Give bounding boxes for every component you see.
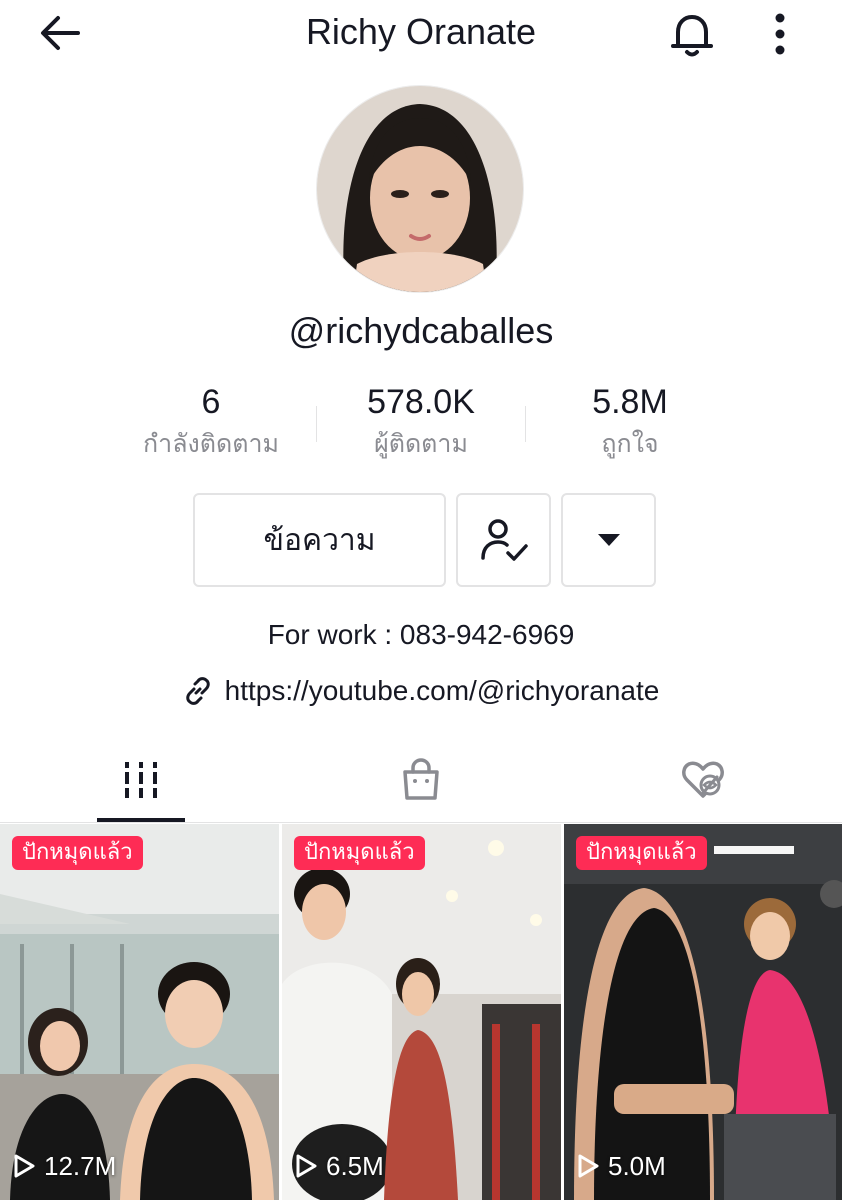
bell-icon xyxy=(671,15,713,57)
pinned-badge: ปักหมุดแล้ว xyxy=(294,836,425,870)
view-count-text: 6.5M xyxy=(326,1151,384,1181)
tab-videos[interactable] xyxy=(117,756,165,804)
video-tile[interactable]: ปักหมุดแล้ว 12.7M xyxy=(0,824,279,1200)
profile-link-text: https://youtube.com/@richyoranate xyxy=(224,675,660,706)
view-count: 5.0M xyxy=(576,1150,666,1182)
play-icon xyxy=(14,1154,35,1178)
play-icon xyxy=(296,1154,317,1178)
avatar-portrait-image xyxy=(317,86,523,292)
stat-likes[interactable]: 5.8M ถูกใจ xyxy=(500,380,760,462)
profile-bio: For work : 083-942-6969 xyxy=(267,619,575,650)
likes-label: ถูกใจ xyxy=(601,429,659,458)
vertical-ellipsis-icon xyxy=(775,13,785,55)
profile-handle: @richydcaballes xyxy=(288,310,554,351)
pinned-badge: ปักหมุดแล้ว xyxy=(12,836,143,870)
following-status-button[interactable] xyxy=(456,493,551,587)
video-thumbnail xyxy=(564,824,842,1200)
pinned-badge: ปักหมุดแล้ว xyxy=(576,836,707,870)
video-tile[interactable]: ปักหมุดแล้ว 5.0M xyxy=(564,824,842,1200)
video-thumbnail xyxy=(0,824,279,1200)
avatar[interactable] xyxy=(317,86,523,292)
notification-bell-button[interactable] xyxy=(666,8,718,60)
message-button[interactable]: ข้อความ xyxy=(193,493,446,587)
caret-down-icon xyxy=(597,534,620,546)
view-count: 12.7M xyxy=(12,1150,116,1182)
tabs-divider xyxy=(0,822,842,823)
link-icon xyxy=(185,677,210,705)
liked-hidden-icon xyxy=(682,761,724,798)
video-thumbnail xyxy=(282,824,561,1200)
view-count: 6.5M xyxy=(294,1150,384,1182)
shop-bag-icon xyxy=(403,758,439,800)
view-count-text: 12.7M xyxy=(44,1151,117,1181)
tab-liked[interactable] xyxy=(679,756,727,804)
view-count-text: 5.0M xyxy=(608,1151,666,1181)
video-tile[interactable]: ปักหมุดแล้ว 6.5M xyxy=(282,824,561,1200)
suggested-accounts-dropdown[interactable] xyxy=(561,493,656,587)
more-options-button[interactable] xyxy=(764,8,796,60)
tab-shop[interactable] xyxy=(397,756,445,804)
likes-count: 5.8M xyxy=(592,383,668,421)
profile-link[interactable]: https://youtube.com/@richyoranate xyxy=(0,672,842,710)
videos-grid-icon xyxy=(125,762,157,798)
play-icon xyxy=(578,1154,599,1178)
user-check-icon xyxy=(480,519,528,561)
